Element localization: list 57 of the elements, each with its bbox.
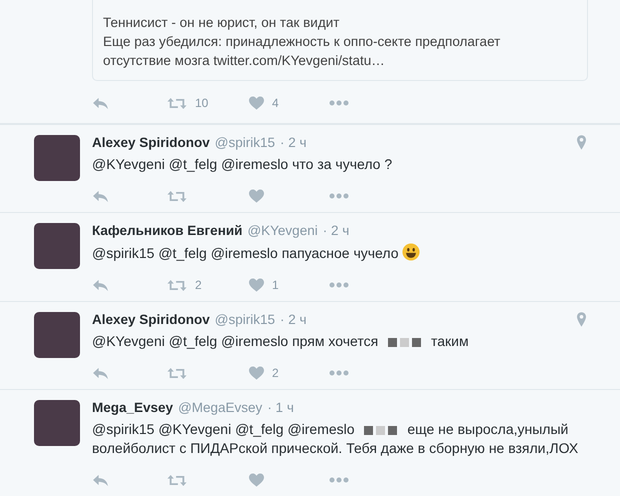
user-handle[interactable]: @spirik15 xyxy=(214,312,276,327)
tweet-text: @spirik15 @t_felg @iremeslo папуасное чучело xyxy=(92,245,398,261)
location-pin-icon[interactable] xyxy=(577,135,586,150)
tweet-time[interactable]: · 2 ч xyxy=(280,312,307,327)
more-icon[interactable] xyxy=(329,282,349,288)
quote-text: отсутствие мозга twitter.com/KYevgeni/statu… xyxy=(103,52,386,70)
tweet-text: @KYevgeni @t_felg @iremeslo что за чучело ? xyxy=(92,156,392,172)
tweet-text: еще не выросла,унылый xyxy=(407,421,568,437)
user-handle[interactable]: @MegaEvsey xyxy=(178,400,262,415)
reply-icon[interactable] xyxy=(92,474,109,486)
heart-icon[interactable] xyxy=(249,278,264,292)
quote-card[interactable]: Теннисист - он не юрист, он так видит Еще раз убедился: принадлежность к оппо-секте предполагает отсутствие мозга twitter.com/KYevgeni/statu… xyxy=(92,0,588,81)
quote-text: Теннисист - он не юрист, он так видит xyxy=(103,14,340,32)
more-icon[interactable] xyxy=(329,477,349,483)
reply-icon[interactable] xyxy=(92,96,109,110)
location-pin-icon[interactable] xyxy=(577,312,586,327)
quote-text: Еще раз убедился: принадлежность к оппо-секте предполагает xyxy=(103,33,502,51)
tweet-text: @KYevgeni @t_felg @iremeslo прям хочется xyxy=(92,333,378,349)
more-icon[interactable] xyxy=(329,193,349,199)
tweet-text: волейболист с ПИДАРской прической. Тебя даже в сборную не взяли,ЛОХ xyxy=(92,440,578,456)
smiley-emoji-icon xyxy=(402,243,420,261)
retweet-icon[interactable] xyxy=(167,366,187,380)
heart-icon[interactable] xyxy=(249,473,264,487)
avatar-photo[interactable] xyxy=(34,135,80,181)
tweet-time[interactable]: · 2 ч xyxy=(322,223,350,238)
retweet-count: 2 xyxy=(195,278,202,292)
tweet-time[interactable]: · 2 ч xyxy=(280,135,307,150)
avatar-photo[interactable] xyxy=(34,223,80,269)
tweet-text: @spirik15 @KYevgeni @t_felg @iremeslo xyxy=(92,421,355,437)
heart-icon[interactable] xyxy=(249,189,264,203)
heart-icon[interactable] xyxy=(249,366,264,380)
censored-block xyxy=(364,426,398,435)
retweet-icon[interactable] xyxy=(167,190,187,202)
user-name[interactable]: Mega_Evsey xyxy=(92,400,174,415)
user-handle[interactable]: @KYevgeni xyxy=(247,223,318,238)
censored-block xyxy=(388,338,422,347)
heart-icon[interactable] xyxy=(249,96,264,110)
reply-icon[interactable] xyxy=(92,190,109,202)
like-count: 1 xyxy=(272,278,279,292)
avatar-photo[interactable] xyxy=(34,312,80,358)
like-count: 4 xyxy=(272,96,279,110)
user-handle[interactable]: @spirik15 xyxy=(214,135,276,150)
retweet-icon[interactable] xyxy=(167,96,187,110)
avatar-photo[interactable] xyxy=(34,400,80,446)
user-name[interactable]: Alexey Spiridonov xyxy=(92,135,210,150)
tweet-time[interactable]: · 1 ч xyxy=(267,400,294,415)
retweet-count: 10 xyxy=(195,96,208,110)
more-icon[interactable] xyxy=(329,100,349,106)
user-name[interactable]: Alexey Spiridonov xyxy=(92,312,210,327)
retweet-icon[interactable] xyxy=(167,474,187,486)
reply-icon[interactable] xyxy=(92,278,109,292)
tweet-text: таким xyxy=(430,333,469,349)
retweet-icon[interactable] xyxy=(167,278,187,292)
user-name[interactable]: Кафельников Евгений xyxy=(92,223,242,238)
reply-icon[interactable] xyxy=(92,366,109,380)
more-icon[interactable] xyxy=(329,370,349,376)
like-count: 2 xyxy=(272,366,279,380)
